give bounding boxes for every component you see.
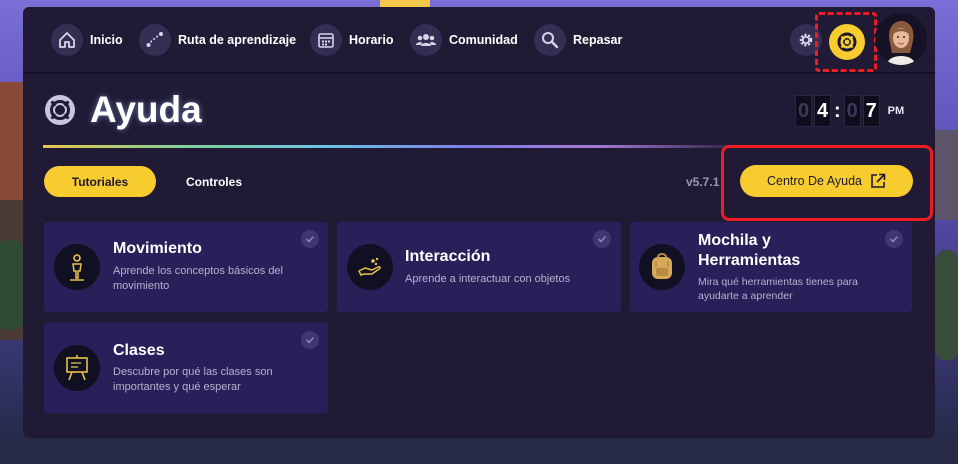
lifebuoy-title-icon	[44, 94, 76, 126]
nav-label-repasar: Repasar	[573, 33, 623, 47]
card-title: Movimiento	[113, 240, 202, 257]
community-icon	[410, 24, 442, 56]
clock: 0 4 : 0 7 PM	[795, 95, 904, 127]
nav-item-repasar[interactable]: Repasar	[534, 24, 622, 56]
card-description: Mira qué herramientas tienes para ayudar…	[698, 276, 858, 302]
card-mochila[interactable]: Mochila y Herramientas Mira qué herramie…	[630, 222, 912, 312]
card-title: Mochila y Herramientas	[698, 232, 801, 269]
check-icon	[885, 230, 903, 248]
nav-item-horario[interactable]: Horario	[310, 24, 393, 56]
card-interaccion[interactable]: Interacción Aprende a interactuar con ob…	[337, 222, 621, 312]
card-description: Aprende a interactuar con objetos	[405, 273, 571, 285]
check-icon	[593, 230, 611, 248]
card-description: Descubre por qué las clases son importan…	[113, 366, 273, 393]
avatar[interactable]	[875, 13, 927, 65]
background-floor	[0, 438, 958, 464]
card-clases[interactable]: Clases Descubre por qué las clases son i…	[44, 323, 328, 413]
card-title: Interacción	[405, 248, 491, 265]
nav-item-ruta[interactable]: Ruta de aprendizaje	[139, 24, 296, 56]
person-icon	[54, 244, 100, 290]
easel-icon	[54, 345, 100, 391]
route-icon	[139, 24, 171, 56]
check-icon	[301, 331, 319, 349]
nav-item-inicio[interactable]: Inicio	[51, 24, 123, 56]
card-title: Clases	[113, 342, 165, 359]
nav-label-horario: Horario	[349, 33, 394, 47]
nav-item-comunidad[interactable]: Comunidad	[410, 24, 518, 56]
tab-controles[interactable]: Controles	[173, 166, 255, 197]
clock-digit: 0	[795, 95, 812, 127]
search-icon	[534, 24, 566, 56]
tab-tutoriales[interactable]: Tutoriales	[44, 166, 156, 197]
nav-label-ruta: Ruta de aprendizaje	[178, 33, 297, 47]
background-rock	[934, 130, 958, 220]
top-navigation-bar: Inicio Ruta de aprendizaje Horario Comun…	[23, 7, 935, 74]
hand-icon	[347, 244, 393, 290]
page-title: Ayuda	[90, 89, 202, 130]
calendar-icon	[310, 24, 342, 56]
gear-icon	[799, 33, 813, 47]
clock-separator: :	[834, 99, 841, 122]
help-center-button[interactable]: Centro De Ayuda	[740, 165, 913, 197]
check-icon	[301, 230, 319, 248]
version-label: v5.7.1	[686, 175, 720, 189]
clock-digit: 0	[843, 95, 861, 127]
external-link-icon	[871, 173, 886, 188]
card-movimiento[interactable]: Movimiento Aprende los conceptos básicos…	[44, 222, 328, 312]
title-divider	[43, 145, 753, 148]
help-button-highlight	[815, 12, 877, 72]
home-icon	[51, 24, 83, 56]
clock-ampm: PM	[887, 105, 905, 117]
help-center-label: Centro De Ayuda	[767, 174, 862, 188]
nav-label-comunidad: Comunidad	[449, 33, 518, 47]
user-avatar-icon	[875, 13, 927, 65]
backpack-icon	[639, 244, 685, 290]
card-description: Aprende los conceptos básicos del movimi…	[113, 265, 283, 292]
nav-label-inicio: Inicio	[90, 33, 123, 47]
help-panel: Inicio Ruta de aprendizaje Horario Comun…	[23, 7, 935, 438]
clock-digit: 7	[862, 95, 880, 127]
clock-digit: 4	[814, 95, 831, 127]
